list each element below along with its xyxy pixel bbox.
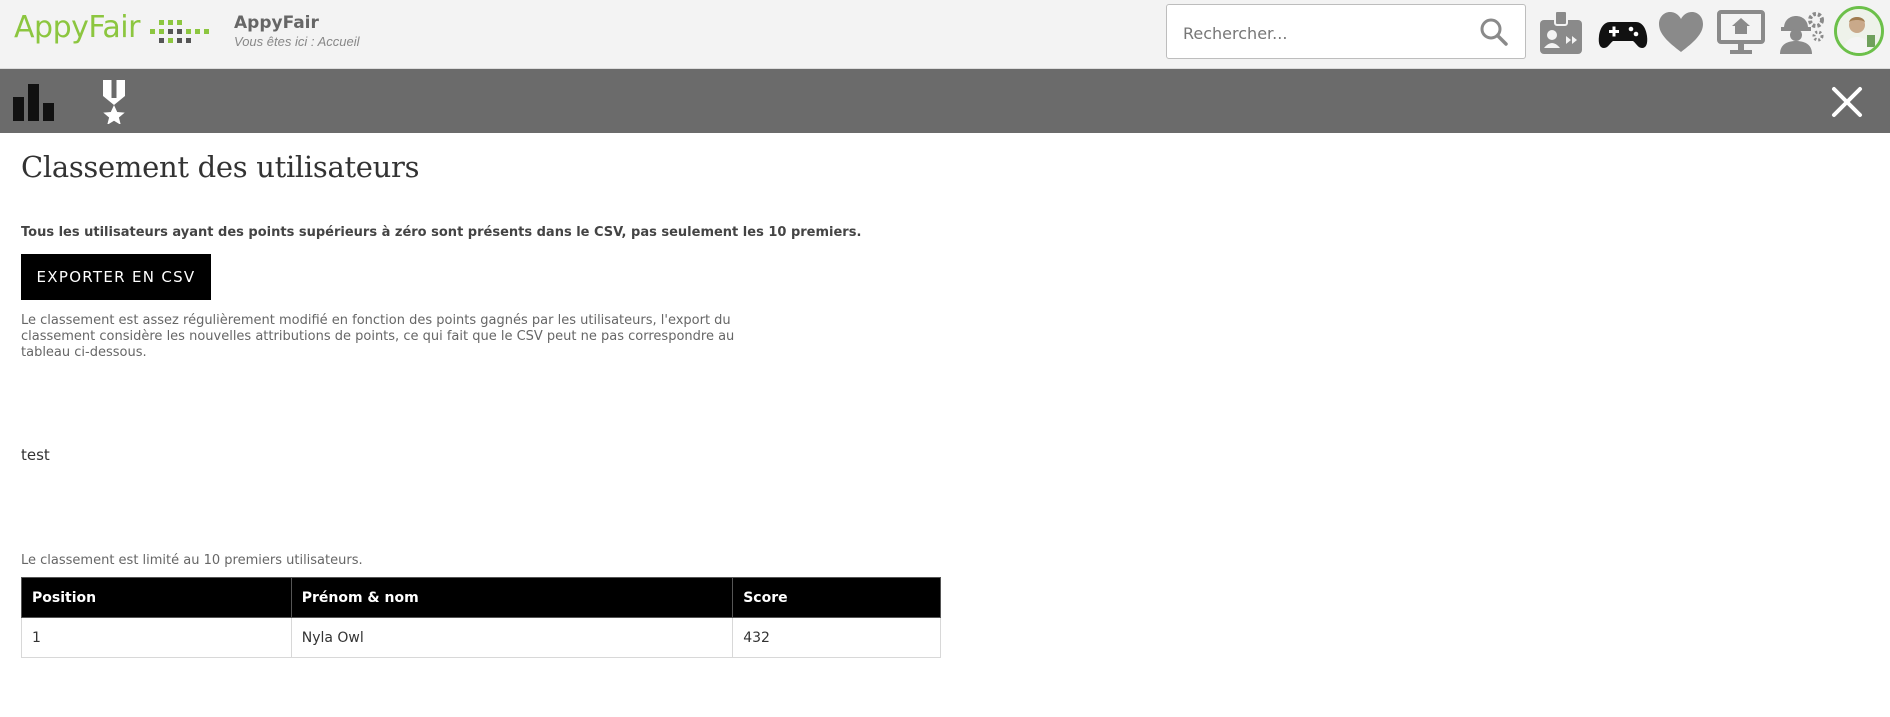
cell-score: 432	[732, 617, 941, 658]
search-box	[1166, 4, 1526, 59]
export-csv-button[interactable]: EXPORTER EN CSV	[21, 254, 211, 300]
breadcrumb: Vous êtes ici : Accueil	[234, 34, 360, 49]
ranking-table: Position Prénom & nom Score 1 Nyla Owl 4…	[21, 577, 941, 658]
site-name: AppyFair	[234, 13, 319, 33]
search-input[interactable]	[1181, 17, 1465, 49]
table-header-row: Position Prénom & nom Score	[21, 577, 941, 618]
page-title: Classement des utilisateurs	[21, 150, 420, 184]
user-avatar[interactable]	[1834, 6, 1884, 56]
logo-mark-icon	[150, 20, 209, 43]
worker-settings-icon[interactable]	[1776, 8, 1826, 58]
close-icon[interactable]	[1831, 86, 1863, 118]
limit-note: Le classement est limité au 10 premiers …	[21, 553, 363, 568]
cell-position: 1	[21, 617, 292, 658]
search-icon[interactable]	[1479, 17, 1509, 47]
badge-icon[interactable]	[1536, 8, 1586, 58]
export-info-text: Le classement est assez régulièrement mo…	[21, 313, 735, 360]
heart-icon[interactable]	[1656, 8, 1706, 58]
top-header: AppyFair AppyFair Vous êtes ici : Accuei…	[0, 0, 1890, 69]
custom-text: test	[21, 446, 50, 464]
cell-name: Nyla Owl	[290, 617, 734, 658]
home-screen-icon[interactable]	[1716, 8, 1766, 58]
avatar-image	[1837, 9, 1881, 53]
medal-icon[interactable]	[100, 80, 128, 124]
bar-chart-icon[interactable]	[12, 83, 56, 121]
logo-text[interactable]: AppyFair	[14, 10, 140, 45]
column-header-position: Position	[21, 577, 292, 618]
gamepad-icon[interactable]	[1598, 8, 1648, 58]
table-row: 1 Nyla Owl 432	[21, 617, 941, 658]
csv-note: Tous les utilisateurs ayant des points s…	[21, 225, 862, 240]
toolbar	[0, 69, 1890, 133]
column-header-name: Prénom & nom	[290, 577, 734, 618]
column-header-score: Score	[732, 577, 941, 618]
